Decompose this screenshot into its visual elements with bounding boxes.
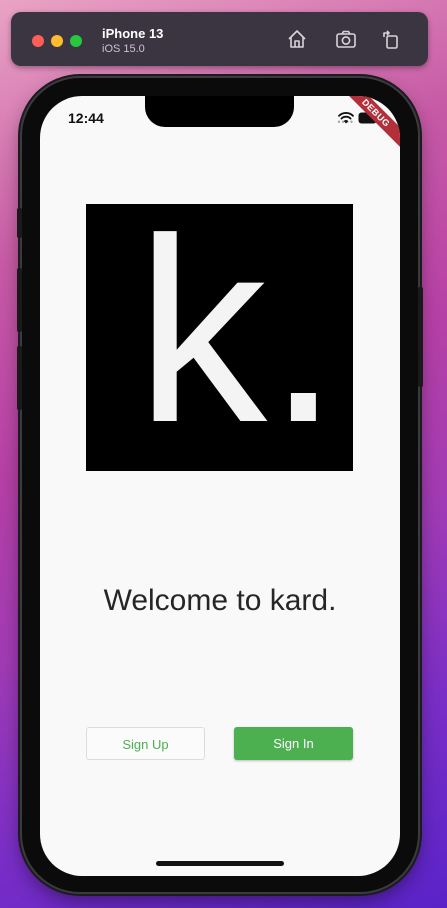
volume-down-button xyxy=(17,346,22,410)
device-name: iPhone 13 xyxy=(102,26,164,41)
volume-up-button xyxy=(17,268,22,332)
app-logo: k. xyxy=(86,204,353,471)
wifi-icon xyxy=(338,112,354,124)
close-window-button[interactable] xyxy=(32,35,44,47)
status-time: 12:44 xyxy=(68,110,104,126)
zoom-window-button[interactable] xyxy=(70,35,82,47)
sign-in-button[interactable]: Sign In xyxy=(234,727,353,760)
rotate-icon[interactable] xyxy=(380,28,402,50)
app-screen: 12:44 •••• DEBUG k. Welcome to kard. Sig… xyxy=(40,96,400,876)
home-icon[interactable] xyxy=(286,28,308,50)
device-os-version: iOS 15.0 xyxy=(102,43,145,55)
sign-up-button[interactable]: Sign Up xyxy=(86,727,205,760)
mute-switch xyxy=(17,208,22,238)
screenshot-icon[interactable] xyxy=(335,28,357,50)
minimize-window-button[interactable] xyxy=(51,35,63,47)
power-button xyxy=(418,287,423,387)
home-indicator[interactable] xyxy=(156,861,284,866)
logo-text: k. xyxy=(136,204,340,471)
simulator-toolbar: iPhone 13 iOS 15.0 xyxy=(11,12,428,66)
notch xyxy=(145,96,294,127)
welcome-heading: Welcome to kard. xyxy=(103,584,337,617)
